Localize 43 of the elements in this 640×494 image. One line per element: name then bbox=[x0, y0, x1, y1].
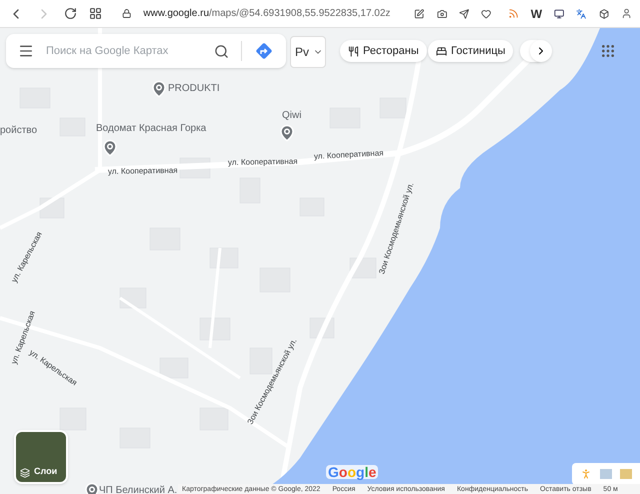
category-chip[interactable]: Рестораны bbox=[340, 40, 427, 62]
cube-icon[interactable] bbox=[598, 8, 609, 20]
mode-dropdown[interactable]: Рv bbox=[290, 36, 326, 68]
fork-knife-icon bbox=[348, 46, 359, 56]
lock-icon bbox=[122, 8, 132, 19]
place-label[interactable]: ЧП Белинский А. bbox=[99, 483, 178, 494]
grid-button[interactable] bbox=[89, 7, 102, 20]
category-chip[interactable]: Гостиницы bbox=[428, 40, 514, 62]
camera-icon[interactable] bbox=[436, 8, 447, 20]
map-pin-icon[interactable] bbox=[278, 124, 296, 142]
feed-icon[interactable] bbox=[508, 7, 519, 20]
street-label: ул. Кооперативная bbox=[108, 164, 178, 178]
extension-button[interactable]: W bbox=[530, 4, 542, 22]
place-label[interactable]: PRODUKTI bbox=[168, 81, 220, 96]
reload-button[interactable] bbox=[64, 7, 77, 20]
place-label[interactable]: Qiwi bbox=[282, 108, 302, 123]
mode-text: Рv bbox=[294, 44, 310, 61]
place-label[interactable]: ройство bbox=[0, 123, 38, 138]
url-host[interactable]: www.google.ru bbox=[143, 6, 210, 21]
layers-button[interactable]: Слои bbox=[14, 430, 68, 484]
layers-icon bbox=[20, 468, 30, 478]
imagery-thumbnail[interactable] bbox=[620, 469, 632, 479]
translate-icon[interactable] bbox=[576, 8, 587, 20]
place-label[interactable]: Водомат Красная Горка bbox=[96, 121, 206, 136]
street-label: ул. Кооперативная bbox=[314, 147, 384, 163]
url-path[interactable]: /maps/@54.6931908,55.9522835,17.02z bbox=[209, 6, 390, 21]
send-icon[interactable] bbox=[458, 8, 470, 20]
map-pin-icon[interactable] bbox=[150, 80, 168, 98]
menu-icon[interactable] bbox=[18, 43, 34, 59]
imagery-thumbnail[interactable] bbox=[600, 469, 612, 479]
monitor-icon[interactable] bbox=[554, 8, 564, 20]
heart-icon[interactable] bbox=[481, 8, 492, 20]
bed-icon bbox=[436, 46, 447, 56]
user-icon[interactable] bbox=[620, 7, 632, 20]
search-box[interactable]: Поиск на Google Картах bbox=[6, 34, 286, 68]
layers-label: Слои bbox=[34, 464, 58, 478]
edit-icon[interactable] bbox=[414, 8, 425, 20]
google-logo: Google bbox=[326, 465, 378, 479]
search-field[interactable]: Поиск на Google Картах bbox=[46, 42, 202, 60]
apps-icon[interactable] bbox=[600, 43, 616, 59]
search-icon[interactable] bbox=[214, 44, 229, 58]
street-label: ул. Кооперативная bbox=[228, 156, 298, 169]
map-pin-icon[interactable] bbox=[101, 139, 119, 157]
